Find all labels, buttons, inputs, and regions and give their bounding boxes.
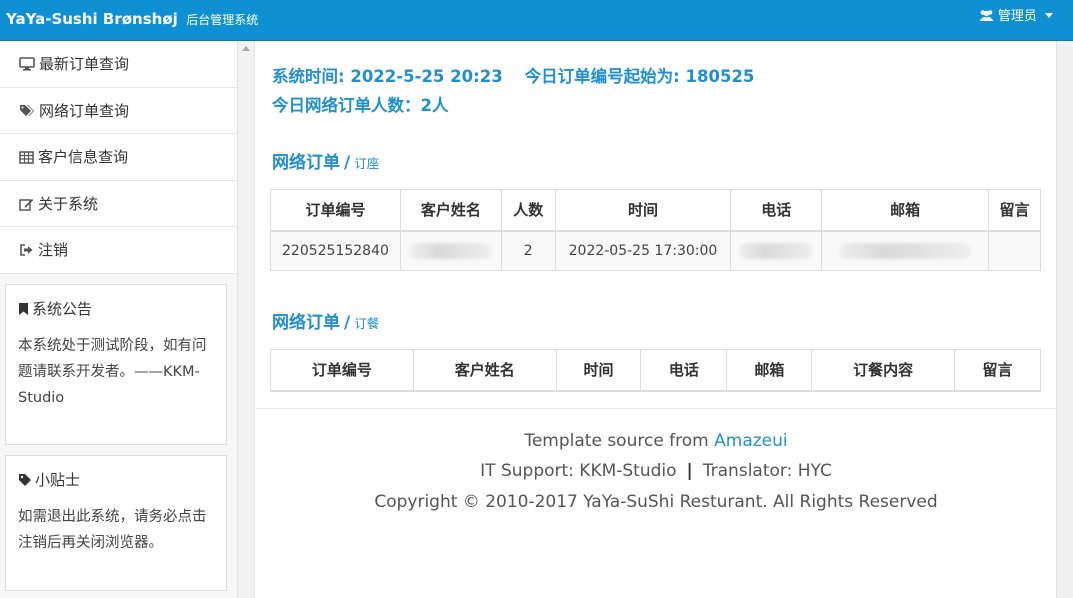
tags-icon xyxy=(20,104,34,116)
scroll-up-arrow-icon[interactable] xyxy=(242,46,250,51)
column-header: 留言 xyxy=(988,189,1041,232)
top-header-bar: YaYa-Sushi Brønshøj 后台管理系统 管理员 xyxy=(0,0,1073,41)
column-header: 邮箱 xyxy=(726,349,813,392)
table-header-row: 订单编号 客户姓名 时间 电话 邮箱 订餐内容 留言 xyxy=(270,349,1041,392)
column-header: 时间 xyxy=(555,349,642,392)
redacted-phone xyxy=(739,242,814,259)
column-header: 订单编号 xyxy=(270,189,401,232)
tips-title: 小贴士 xyxy=(35,471,81,489)
time-cell: 2022-05-25 17:30:00 xyxy=(554,230,732,271)
notice-panel: 系统公告 本系统处于测试阶段，如有问题请联系开发者。——KKM-Studio xyxy=(5,284,227,445)
sidebar-item-latest-orders[interactable]: 最新订单查询 xyxy=(0,41,237,88)
online-count: 今日网络订单人数：2人 xyxy=(272,96,449,115)
notice-panel-title: 系统公告 xyxy=(6,285,226,333)
sidebar-item-about[interactable]: 关于系统 xyxy=(0,181,237,227)
it-support-text: IT Support: KKM-Studio xyxy=(480,461,677,481)
tips-panel-title: 小贴士 xyxy=(6,456,226,504)
sidebar-item-online-orders[interactable]: 网络订单查询 xyxy=(0,88,237,134)
tips-panel: 小贴士 如需退出此系统，请务必点击注销后再关闭浏览器。 xyxy=(5,455,227,591)
column-header: 留言 xyxy=(954,349,1041,392)
tips-text: 如需退出此系统，请务必点击注销后再关闭浏览器。 xyxy=(18,509,207,551)
customer-name-cell xyxy=(399,230,502,271)
column-header: 时间 xyxy=(554,189,732,232)
system-time: 系统时间: 2022-5-25 20:23 xyxy=(272,67,503,86)
brand-subtitle: 后台管理系统 xyxy=(186,13,259,27)
monitor-icon xyxy=(19,57,35,71)
admin-dropdown-button[interactable]: 管理员 xyxy=(979,0,1053,40)
redacted-email xyxy=(839,242,972,259)
tag-icon xyxy=(19,474,31,486)
redacted-name xyxy=(409,242,492,259)
table-icon xyxy=(19,151,34,164)
sidebar-item-label: 客户信息查询 xyxy=(38,148,129,166)
message-cell xyxy=(988,230,1041,271)
brand-name[interactable]: YaYa-Sushi Brønshøj xyxy=(6,10,178,28)
sidebar-nav: 最新订单查询 网络订单查询 客户信息查询 关于系统 注销 xyxy=(0,41,237,274)
users-icon xyxy=(979,10,994,21)
sidebar-item-logout[interactable]: 注销 xyxy=(0,227,237,274)
column-header: 客户姓名 xyxy=(399,189,502,232)
food-order-table: 订单编号 客户姓名 时间 电话 邮箱 订餐内容 留言 xyxy=(270,349,1041,392)
phone-cell xyxy=(730,230,823,271)
edit-icon xyxy=(19,198,34,211)
caret-down-icon xyxy=(1045,13,1053,18)
sign-out-icon xyxy=(20,244,33,256)
food-order-section-title: 网络订单 / 订餐 xyxy=(272,308,379,333)
title-separator: / xyxy=(344,153,351,173)
reservation-table: 订单编号 客户姓名 人数 时间 电话 邮箱 留言 220525152840 2 … xyxy=(270,189,1041,271)
sidebar-item-label: 关于系统 xyxy=(38,194,99,213)
email-cell xyxy=(821,230,990,271)
main-content: 系统时间: 2022-5-25 20:23 今日订单编号起始为: 180525 今… xyxy=(256,41,1056,598)
system-status-line: 系统时间: 2022-5-25 20:23 今日订单编号起始为: 180525 xyxy=(272,63,754,87)
order-number-cell: 220525152840 xyxy=(270,230,401,271)
reservation-subtitle: 订座 xyxy=(354,156,380,171)
sidebar-item-customer-info[interactable]: 客户信息查询 xyxy=(0,134,237,181)
column-header: 电话 xyxy=(640,349,728,392)
food-order-title: 网络订单 xyxy=(272,313,340,333)
sidebar-item-label: 网络订单查询 xyxy=(39,101,130,120)
page-scrollbar[interactable] xyxy=(1056,41,1073,598)
notice-title: 系统公告 xyxy=(32,300,93,318)
column-header: 订餐内容 xyxy=(811,349,956,392)
brand[interactable]: YaYa-Sushi Brønshøj 后台管理系统 xyxy=(6,0,258,40)
table-row: 220525152840 2 2022-05-25 17:30:00 xyxy=(270,230,1041,271)
sidebar-scrollbar[interactable] xyxy=(237,41,254,598)
table-header-row: 订单编号 客户姓名 人数 时间 电话 邮箱 留言 xyxy=(270,189,1041,232)
people-count-cell: 2 xyxy=(500,230,556,271)
admin-label: 管理员 xyxy=(997,9,1037,24)
title-separator: / xyxy=(344,313,351,333)
food-order-subtitle: 订餐 xyxy=(354,316,380,331)
column-header: 邮箱 xyxy=(821,189,990,232)
sidebar-item-label: 最新订单查询 xyxy=(39,55,130,73)
reservation-title: 网络订单 xyxy=(272,153,340,173)
column-header: 人数 xyxy=(500,189,556,232)
support-credit: IT Support: KKM-Studio | Translator: HYC xyxy=(256,461,1056,481)
template-credit: Template source from Amazeui xyxy=(256,431,1056,451)
bookmark-icon xyxy=(19,303,28,315)
copyright-text: Copyright © 2010-2017 YaYa-SuShi Restura… xyxy=(374,492,938,512)
amazeui-link[interactable]: Amazeui xyxy=(714,431,788,451)
footer-divider: | xyxy=(686,461,693,481)
notice-text: 本系统处于测试阶段，如有问题请联系开发者。——KKM-Studio xyxy=(18,338,207,406)
column-header: 订单编号 xyxy=(270,349,414,392)
footer: Template source from Amazeui IT Support:… xyxy=(256,408,1056,512)
sidebar-item-label: 注销 xyxy=(38,241,69,259)
translator-text: Translator: HYC xyxy=(702,461,832,481)
column-header: 客户姓名 xyxy=(412,349,557,392)
sidebar: 最新订单查询 网络订单查询 客户信息查询 关于系统 注销 系统公告 本系统处于测… xyxy=(0,41,255,598)
column-header: 电话 xyxy=(730,189,823,232)
order-start-number: 今日订单编号起始为: 180525 xyxy=(524,67,755,86)
template-credit-text: Template source from xyxy=(524,431,709,451)
reservation-section-title: 网络订单 / 订座 xyxy=(272,148,379,173)
